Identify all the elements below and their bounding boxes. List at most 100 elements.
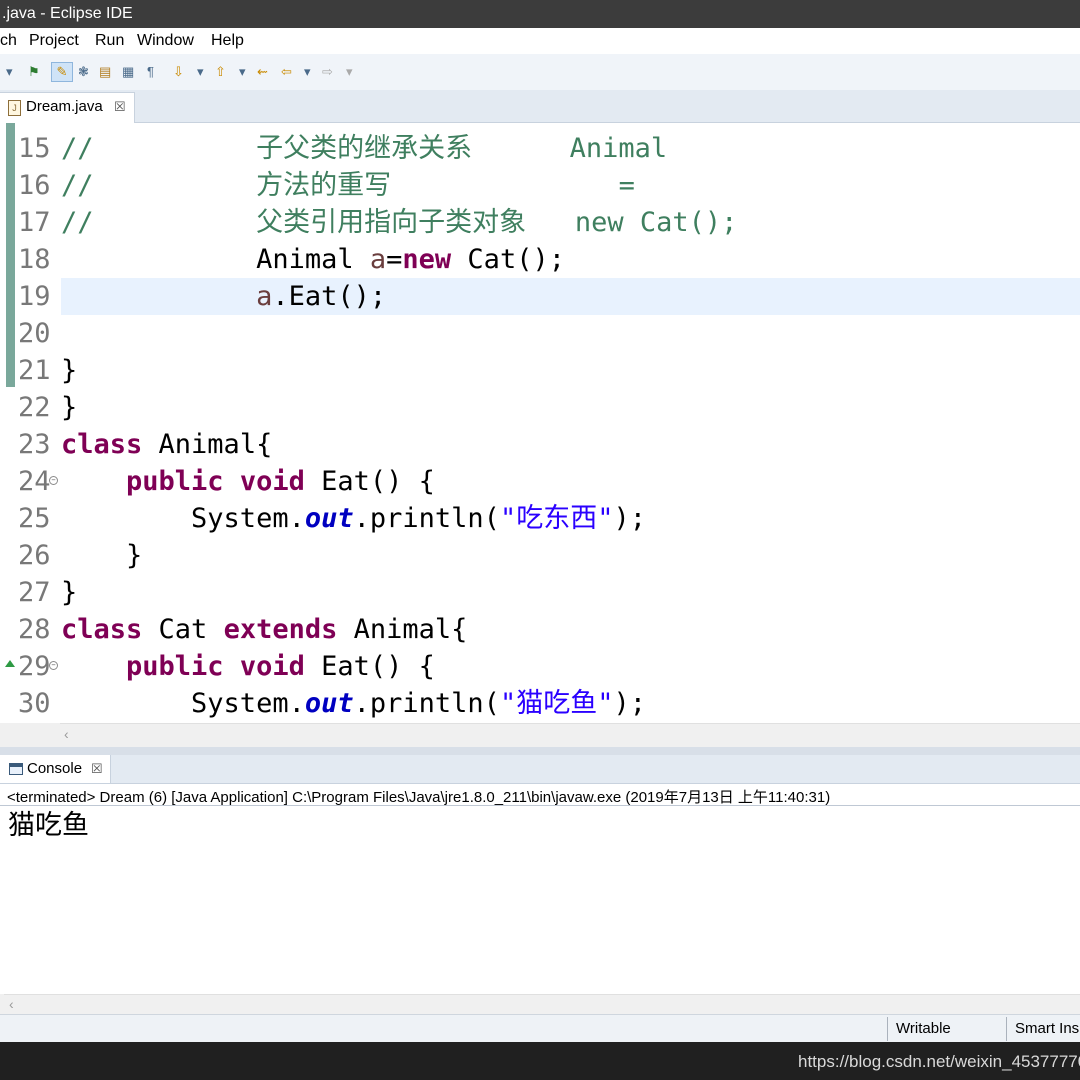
- tab-console[interactable]: Console ☒: [0, 755, 111, 783]
- line-number: 30: [18, 688, 51, 719]
- line-number: 28: [18, 614, 51, 645]
- code-line[interactable]: 15 // 子父类的继承关系 Animal: [0, 130, 1080, 167]
- forward-icon[interactable]: ⇨: [322, 63, 333, 81]
- code-text: class Cat extends Animal{: [61, 611, 467, 648]
- code-line[interactable]: 28 class Cat extends Animal{: [0, 611, 1080, 648]
- menu-run[interactable]: Run: [95, 28, 124, 54]
- dropdown-arrow-icon[interactable]: ▾: [6, 63, 13, 81]
- toggle-breadcrumb-icon[interactable]: ▦: [122, 63, 134, 81]
- code-text: // 方法的重写 =: [61, 167, 635, 204]
- code-line[interactable]: 17 // 父类引用指向子类对象 new Cat();: [0, 204, 1080, 241]
- show-whitespace-icon[interactable]: ¶: [147, 63, 154, 81]
- code-editor[interactable]: 15 // 子父类的继承关系 Animal 16 // 方法的重写 = 17 // 父类引…: [0, 123, 1080, 723]
- status-divider: [887, 1017, 888, 1041]
- code-line[interactable]: 26 }: [0, 537, 1080, 574]
- code-token: void: [239, 651, 305, 682]
- writable-status: Writable: [896, 1020, 951, 1037]
- line-number: 27: [18, 577, 51, 608]
- code-line[interactable]: 16 // 方法的重写 =: [0, 167, 1080, 204]
- code-token: }: [61, 577, 78, 608]
- status-divider: [1006, 1017, 1007, 1041]
- scroll-left-icon[interactable]: ‹: [64, 726, 69, 742]
- toolbar: ▾ ⚑ ✎ ❃ ▤ ▦ ¶ ⇩ ▾ ⇧ ▾ ⇜ ⇦ ▾ ⇨ ▾: [0, 54, 1080, 91]
- code-token: new: [402, 244, 452, 275]
- code-token: Animal: [61, 244, 370, 275]
- menu-project[interactable]: Project: [29, 28, 79, 54]
- prev-annotation-dropdown-icon[interactable]: ▾: [239, 63, 246, 81]
- code-line[interactable]: 30 System.out.println("猫吃鱼");: [0, 685, 1080, 722]
- prev-annotation-icon[interactable]: ⇧: [215, 63, 226, 81]
- console-horizontal-scrollbar[interactable]: ‹: [4, 994, 1080, 1015]
- code-token: public: [126, 466, 224, 497]
- menu-help[interactable]: Help: [211, 28, 244, 54]
- console-view[interactable]: <terminated> Dream (6) [Java Application…: [0, 784, 1080, 994]
- close-icon[interactable]: ☒: [114, 93, 126, 121]
- menu-bar: ch Project Run Window Help: [0, 28, 1080, 54]
- panel-separator[interactable]: [0, 747, 1080, 755]
- code-token: Cat();: [451, 244, 565, 275]
- fold-marker-icon[interactable]: −: [49, 661, 58, 670]
- code-text: class Animal{: [61, 426, 272, 463]
- override-arrow-icon: [5, 660, 15, 667]
- console-output: 猫吃鱼: [8, 810, 89, 841]
- code-line[interactable]: 24− public void Eat() {: [0, 463, 1080, 500]
- code-text: public void Eat() {: [61, 648, 435, 685]
- code-line[interactable]: 25 System.out.println("吃东西");: [0, 500, 1080, 537]
- forward-dropdown-icon[interactable]: ▾: [346, 63, 353, 81]
- tab-dream-java[interactable]: J Dream.java ☒: [0, 92, 135, 123]
- line-number: 23: [18, 429, 51, 460]
- code-token: }: [61, 392, 78, 423]
- fold-marker-icon[interactable]: −: [49, 476, 58, 485]
- code-token: System.: [61, 688, 305, 719]
- code-token: Cat: [142, 614, 224, 645]
- last-edit-icon[interactable]: ⇜: [257, 63, 268, 81]
- code-token: class: [61, 429, 143, 460]
- next-annotation-dropdown-icon[interactable]: ▾: [197, 63, 204, 81]
- code-token: Animal{: [142, 429, 273, 460]
- close-icon[interactable]: ☒: [91, 755, 103, 783]
- code-line[interactable]: 21}: [0, 352, 1080, 389]
- code-line[interactable]: 29− public void Eat() {: [0, 648, 1080, 685]
- code-token: .Eat();: [272, 281, 387, 312]
- highlight-toggle-icon[interactable]: ✎: [51, 62, 73, 82]
- java-file-icon: J: [8, 100, 21, 116]
- code-line[interactable]: 18 Animal a=new Cat();: [0, 241, 1080, 278]
- line-number: 17: [18, 207, 51, 238]
- tab-label: Dream.java: [26, 98, 103, 115]
- status-bar: Writable Smart Ins: [0, 1014, 1080, 1043]
- code-token: "猫吃鱼": [499, 688, 614, 719]
- menu-search[interactable]: ch: [0, 28, 17, 54]
- code-line[interactable]: 23 class Animal{: [0, 426, 1080, 463]
- code-text: }: [61, 537, 142, 574]
- code-text: System.out.println("吃东西");: [61, 500, 646, 537]
- code-line[interactable]: 22}: [0, 389, 1080, 426]
- code-token: a: [256, 281, 273, 312]
- code-line[interactable]: 27}: [0, 574, 1080, 611]
- code-token: out: [304, 688, 354, 719]
- code-token: class: [61, 614, 143, 645]
- code-token: Animal{: [337, 614, 468, 645]
- back-dropdown-icon[interactable]: ▾: [304, 63, 311, 81]
- toggle-block-icon[interactable]: ▤: [99, 63, 111, 81]
- next-annotation-icon[interactable]: ⇩: [173, 63, 184, 81]
- code-text: System.out.println("猫吃鱼");: [61, 685, 646, 722]
- line-number: 15: [18, 133, 51, 164]
- code-token: Eat() {: [304, 466, 435, 497]
- editor-horizontal-scrollbar[interactable]: ‹: [60, 723, 1080, 748]
- scroll-left-icon[interactable]: ‹: [9, 996, 14, 1012]
- back-icon[interactable]: ⇦: [281, 63, 292, 81]
- menu-window[interactable]: Window: [137, 28, 194, 54]
- mark-occurrences-icon[interactable]: ❃: [78, 63, 89, 81]
- line-number: 19: [18, 281, 51, 312]
- console-divider: [0, 805, 1080, 806]
- console-tab-row: Console ☒: [0, 755, 1080, 784]
- line-number: 24: [18, 466, 51, 497]
- open-type-icon[interactable]: ⚑: [28, 63, 40, 81]
- code-token: );: [613, 503, 646, 534]
- code-line[interactable]: 19 a.Eat();: [0, 278, 1080, 315]
- code-text: }: [61, 389, 77, 426]
- line-number: 18: [18, 244, 51, 275]
- insert-mode-status: Smart Ins: [1015, 1020, 1080, 1037]
- code-line[interactable]: 20: [0, 315, 1080, 352]
